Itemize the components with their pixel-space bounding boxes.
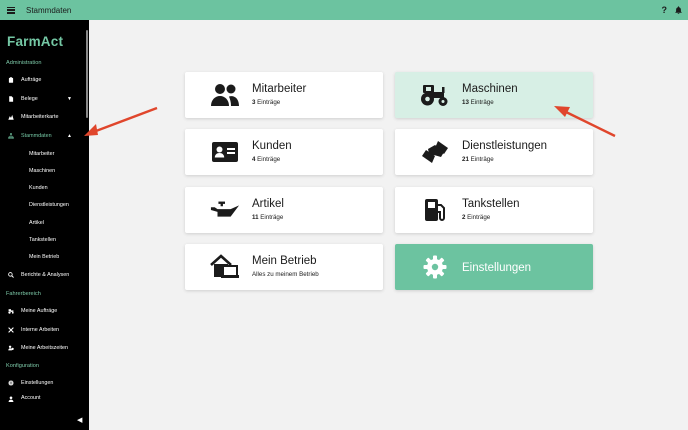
sidebar-scrollbar[interactable] <box>86 30 88 118</box>
card-count: 13 Einträge <box>462 99 494 106</box>
handshake-icon <box>420 138 450 166</box>
card-kunden[interactable]: Kunden 4 Einträge <box>185 129 383 175</box>
card-tankstellen[interactable]: Tankstellen 2 Einträge <box>395 187 593 233</box>
sidebar-item-arbeitszeiten[interactable]: Meine Arbeitszeiten <box>0 342 86 354</box>
sidebar-subitem-maschinen[interactable]: Maschinen <box>29 168 55 174</box>
sidebar-item-label: Interne Arbeiten <box>21 327 60 333</box>
sidebar-item-mitarbeiterkarte[interactable]: Mitarbeiterkarte <box>0 111 86 123</box>
card-count: 4 Einträge <box>252 156 281 163</box>
sidebar-item-einstellungen[interactable]: Einstellungen <box>0 377 86 389</box>
map-icon <box>7 114 14 121</box>
card-title: Einstellungen <box>462 262 532 274</box>
top-app-bar: Stammdaten ? <box>0 0 688 20</box>
card-title: Maschinen <box>462 83 518 95</box>
chevron-down-icon: ▼ <box>67 96 72 102</box>
users-icon <box>210 81 240 109</box>
tools-icon <box>7 327 14 334</box>
sidebar-item-belege[interactable]: Belege ▼ <box>0 93 86 105</box>
gear-icon <box>7 380 14 387</box>
sidebar: FarmAct Administration Aufträge Belege ▼… <box>0 20 89 430</box>
card-title: Mitarbeiter <box>252 83 307 95</box>
card-title: Artikel <box>252 198 284 210</box>
sidebar-subitem-artikel[interactable]: Artikel <box>29 220 44 226</box>
card-count: 3 Einträge <box>252 99 281 106</box>
id-card-icon <box>210 138 240 166</box>
card-count: 2 Einträge <box>462 214 491 221</box>
user-icon <box>7 395 14 402</box>
section-label-konfiguration: Konfiguration <box>6 363 39 369</box>
tractor-icon <box>420 81 450 109</box>
sitemap-icon <box>7 133 14 140</box>
card-title: Kunden <box>252 140 292 152</box>
sidebar-item-label: Mitarbeiterkarte <box>21 114 59 120</box>
gas-pump-icon <box>420 196 450 224</box>
sidebar-item-berichte[interactable]: Berichte & Analysen <box>0 269 86 281</box>
gear-icon <box>420 253 450 281</box>
sidebar-item-label: Belege <box>21 96 38 102</box>
search-chart-icon <box>7 272 14 279</box>
clipboard-icon <box>7 77 14 84</box>
card-subtitle: Alles zu meinem Betrieb <box>252 271 319 278</box>
sidebar-item-label: Einstellungen <box>21 380 54 386</box>
user-clock-icon <box>7 345 14 352</box>
sidebar-item-label: Meine Aufträge <box>21 308 58 314</box>
sidebar-item-label: Stammdaten <box>21 133 52 139</box>
sidebar-item-label: Aufträge <box>21 77 42 83</box>
sidebar-subitem-mitarbeiter[interactable]: Mitarbeiter <box>29 151 54 157</box>
section-label-administration: Administration <box>6 60 42 66</box>
section-label-fahrerbereich: Fahrerbereich <box>6 291 41 297</box>
oil-can-icon <box>210 196 240 224</box>
sidebar-item-label: Meine Arbeitszeiten <box>21 345 69 351</box>
card-count: 21 Einträge <box>462 156 494 163</box>
card-maschinen[interactable]: Maschinen 13 Einträge <box>395 72 593 118</box>
sidebar-subitem-tankstellen[interactable]: Tankstellen <box>29 237 56 243</box>
chevron-up-icon: ▲ <box>67 133 72 139</box>
card-mitarbeiter[interactable]: Mitarbeiter 3 Einträge <box>185 72 383 118</box>
card-title: Mein Betrieb <box>252 255 317 267</box>
page-title: Stammdaten <box>26 5 72 15</box>
card-dienstleistungen[interactable]: Dienstleistungen 21 Einträge <box>395 129 593 175</box>
card-title: Tankstellen <box>462 198 520 210</box>
sidebar-item-account[interactable]: Account <box>0 395 86 403</box>
sidebar-item-interne-arbeiten[interactable]: Interne Arbeiten <box>0 324 86 336</box>
sidebar-subitem-kunden[interactable]: Kunden <box>29 185 48 191</box>
sidebar-item-label: Account <box>21 395 41 401</box>
sidebar-subitem-dienstleistungen[interactable]: Dienstleistungen <box>29 202 69 208</box>
card-artikel[interactable]: Artikel 11 Einträge <box>185 187 383 233</box>
document-icon <box>7 96 14 103</box>
sidebar-item-label: Berichte & Analysen <box>21 272 70 278</box>
bell-icon[interactable] <box>675 6 682 14</box>
sidebar-item-meine-auftraege[interactable]: Meine Aufträge <box>0 305 86 317</box>
card-mein-betrieb[interactable]: Mein Betrieb Alles zu meinem Betrieb <box>185 244 383 290</box>
hamburger-icon[interactable] <box>7 6 15 14</box>
annotation-arrow-sidebar <box>84 106 158 136</box>
help-icon[interactable]: ? <box>662 5 668 15</box>
card-title: Dienstleistungen <box>462 140 548 152</box>
brand-logo: FarmAct <box>7 34 64 49</box>
sidebar-item-auftraege[interactable]: Aufträge <box>0 74 86 86</box>
sidebar-subitem-mein-betrieb[interactable]: Mein Betrieb <box>29 254 59 260</box>
tractor-icon <box>7 308 14 315</box>
sidebar-item-stammdaten[interactable]: Stammdaten ▲ <box>0 130 86 142</box>
card-einstellungen[interactable]: Einstellungen <box>395 244 593 290</box>
farm-house-icon <box>210 253 240 281</box>
collapse-sidebar-icon[interactable]: ◀ <box>77 416 82 424</box>
card-count: 11 Einträge <box>252 214 284 221</box>
